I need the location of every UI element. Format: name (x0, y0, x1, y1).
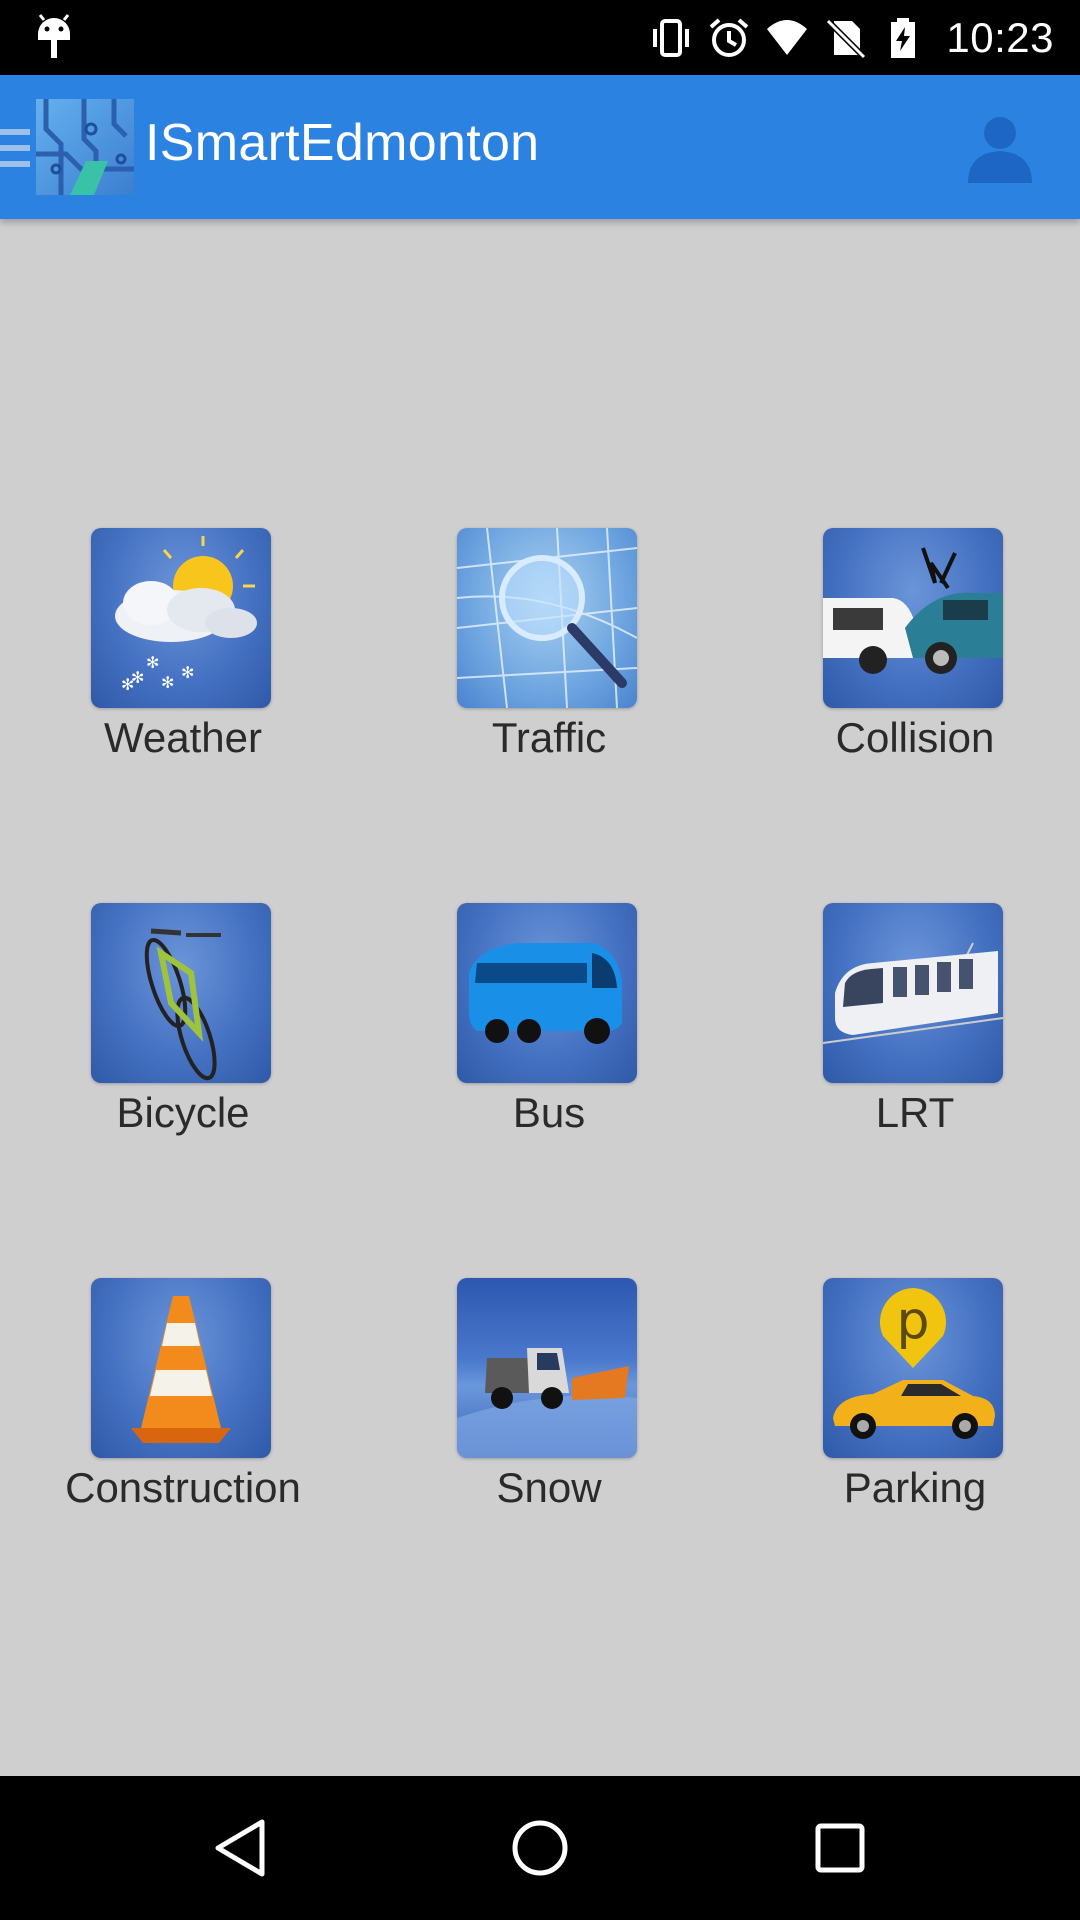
nav-bar (0, 1776, 1080, 1920)
bicycle-icon (91, 903, 271, 1083)
tile-collision[interactable]: Collision (732, 528, 1080, 828)
svg-text:✻: ✻ (146, 653, 159, 672)
tile-label-bicycle: Bicycle (116, 1089, 250, 1136)
snow-plow-icon (457, 1278, 637, 1458)
account-icon[interactable] (964, 111, 1036, 183)
app-logo-icon[interactable] (36, 99, 134, 195)
tile-label-collision: Collision (835, 714, 995, 761)
tile-parking[interactable]: p Parking (732, 1278, 1080, 1578)
app-title: ISmartEdmonton (145, 114, 540, 172)
tile-label-weather: Weather (104, 714, 262, 761)
svg-text:✻: ✻ (161, 673, 174, 692)
status-bar: 10:23 (0, 0, 1080, 75)
parking-icon: p (823, 1278, 1003, 1458)
vibrate-icon (653, 19, 690, 57)
android-debug-icon (38, 14, 70, 58)
status-time: 10:23 (946, 14, 1054, 61)
tile-bus[interactable]: Bus (366, 903, 732, 1203)
alarm-icon (710, 18, 749, 57)
menu-icon[interactable] (0, 127, 30, 169)
tile-label-construction: Construction (65, 1464, 301, 1511)
tile-weather[interactable]: ✻ ✻ ✻ ✻ ✻ Weather (0, 528, 366, 828)
tile-label-lrt: LRT (875, 1089, 955, 1136)
tile-bicycle[interactable]: Bicycle (0, 903, 366, 1203)
tile-traffic[interactable]: Traffic (366, 528, 732, 828)
tile-construction[interactable]: Construction (0, 1278, 366, 1578)
tile-label-snow: Snow (496, 1464, 602, 1511)
back-icon[interactable] (208, 1816, 272, 1880)
no-sim-icon (826, 18, 867, 59)
svg-text:✻: ✻ (181, 663, 194, 682)
tile-label-parking: Parking (843, 1464, 987, 1511)
construction-cone-icon (91, 1278, 271, 1458)
tile-label-traffic: Traffic (491, 714, 607, 761)
wifi-icon (767, 20, 808, 55)
weather-icon: ✻ ✻ ✻ ✻ ✻ (91, 528, 271, 708)
app-bar: ISmartEdmonton (0, 75, 1080, 219)
svg-text:✻: ✻ (121, 675, 134, 694)
collision-icon (823, 528, 1003, 708)
tile-label-bus: Bus (512, 1089, 586, 1136)
battery-icon (891, 18, 916, 58)
tile-snow[interactable]: Snow (366, 1278, 732, 1578)
home-icon[interactable] (508, 1816, 572, 1880)
bus-icon (457, 903, 637, 1083)
svg-text:p: p (896, 1291, 929, 1351)
traffic-icon (457, 528, 637, 708)
recents-icon[interactable] (808, 1816, 872, 1880)
tile-lrt[interactable]: LRT (732, 903, 1080, 1203)
lrt-icon (823, 903, 1003, 1083)
